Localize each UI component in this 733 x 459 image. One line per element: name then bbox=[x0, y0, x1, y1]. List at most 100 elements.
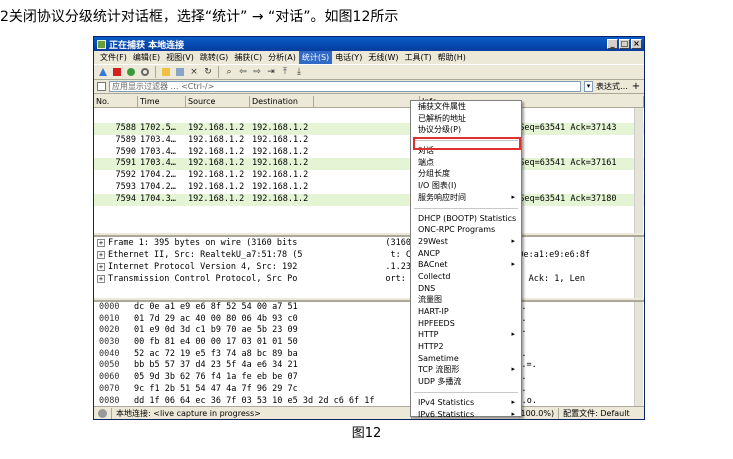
col-protocol[interactable] bbox=[314, 96, 420, 107]
hex-bytes: 00 fb 81 e4 00 00 17 03 01 01 50 bbox=[134, 337, 298, 348]
expand-icon[interactable]: + bbox=[97, 238, 105, 247]
reload-icon[interactable]: ↻ bbox=[202, 66, 214, 78]
packet-row[interactable]: 75881702.5…192.168.1.2192.168.1.249593 →… bbox=[94, 123, 644, 135]
expert-info-icon[interactable] bbox=[98, 409, 107, 418]
statistics-menu-item[interactable]: DNS bbox=[411, 283, 521, 295]
detail-tree-row[interactable]: + Ethernet II, Src: RealtekU_a7:51:78 (5 t… bbox=[94, 249, 644, 261]
statistics-menu-item[interactable]: 端点 bbox=[411, 157, 521, 169]
statistics-menu-item[interactable]: IPv4 Statistics ▸ bbox=[411, 397, 521, 409]
maximize-button[interactable]: □ bbox=[619, 39, 630, 49]
profile-label[interactable]: 配置文件: Default bbox=[558, 407, 633, 419]
minimize-button[interactable]: _ bbox=[607, 39, 618, 49]
menu-telephony[interactable]: 电话(Y) bbox=[332, 51, 365, 64]
save-file-icon[interactable] bbox=[174, 66, 186, 78]
last-packet-icon[interactable]: ⤓ bbox=[293, 66, 305, 78]
statistics-menu-item[interactable]: HTTP ▸ bbox=[411, 329, 521, 341]
statistics-menu-item[interactable]: 29West ▸ bbox=[411, 236, 521, 248]
statistics-menu-item[interactable]: I/O 图表(I) bbox=[411, 180, 521, 192]
shark-fin-start-icon[interactable] bbox=[97, 66, 109, 78]
statistics-menu-item[interactable]: HPFEEDS bbox=[411, 318, 521, 330]
menu-separator bbox=[414, 388, 518, 393]
packet-cell-dst: 192.168.1.2 bbox=[252, 170, 309, 181]
bookmark-filter-icon[interactable] bbox=[97, 82, 106, 91]
bytes-scrollbar[interactable] bbox=[634, 302, 643, 406]
details-scrollbar[interactable] bbox=[634, 237, 643, 298]
capture-options-icon[interactable] bbox=[139, 66, 151, 78]
menu-item-label: HART-IP bbox=[418, 307, 449, 316]
go-forward-icon[interactable]: ⇨ bbox=[251, 66, 263, 78]
statistics-menu-item[interactable]: 协议分级(P) bbox=[411, 124, 521, 136]
menu-analyze[interactable]: 分析(A) bbox=[265, 51, 299, 64]
statistics-menu-item[interactable]: Collectd bbox=[411, 271, 521, 283]
add-filter-button[interactable]: + bbox=[631, 81, 641, 92]
statistics-menu-item[interactable]: DHCP (BOOTP) Statistics bbox=[411, 213, 521, 225]
menu-item-label: ONC-RPC Programs bbox=[418, 225, 496, 235]
packet-row[interactable]: 75901703.4…192.168.1.2192.168.1.2Continu… bbox=[94, 146, 644, 159]
statistics-menu-item[interactable]: UDP 多播流 bbox=[411, 376, 521, 388]
menu-tools[interactable]: 工具(T) bbox=[401, 51, 434, 64]
menu-item-label: 对话 bbox=[418, 146, 434, 156]
statistics-menu-item[interactable]: 流量图 bbox=[411, 294, 521, 306]
menu-item-label: I/O 图表(I) bbox=[418, 181, 457, 191]
statistics-menu-item[interactable]: 捕获文件属性 bbox=[411, 101, 521, 113]
hex-off: 0020 bbox=[99, 325, 120, 336]
statistics-menu-item[interactable]: 服务响应时间 ▸ bbox=[411, 192, 521, 204]
statistics-menu-item[interactable]: IPv6 Statistics ▸ bbox=[411, 409, 521, 420]
menu-wireless[interactable]: 无线(W) bbox=[365, 51, 401, 64]
detail-tree-row[interactable]: + Frame 1: 395 bytes on wire (3160 bits (3… bbox=[94, 237, 644, 249]
statistics-menu-item[interactable]: 已解析的地址 bbox=[411, 113, 521, 125]
menu-statistics[interactable]: 统计(S) bbox=[298, 51, 333, 64]
status-bar: 本地连接: <live capture in progress> 分组: 759… bbox=[94, 406, 644, 419]
col-time[interactable]: Time bbox=[138, 96, 186, 107]
detail-tree-row[interactable]: + Internet Protocol Version 4, Src: 192.1… bbox=[94, 261, 644, 273]
expression-button[interactable]: 表达式… bbox=[596, 81, 628, 92]
open-file-icon[interactable] bbox=[160, 66, 172, 78]
packet-row[interactable]: 75941704.3…192.168.1.2192.168.1.249593 →… bbox=[94, 193, 644, 206]
packet-list-scrollbar[interactable] bbox=[634, 108, 643, 233]
packet-cell-time: 1703.4… bbox=[140, 146, 176, 157]
detail-tree-row[interactable]: + Transmission Control Protocol, Src Po or… bbox=[94, 273, 644, 285]
stop-capture-icon[interactable] bbox=[111, 66, 123, 78]
statistics-menu-item[interactable]: ONC-RPC Programs bbox=[411, 224, 521, 236]
display-filter-bar: 应用显示过滤器 … <Ctrl-/> ▾ 表达式… + bbox=[94, 80, 644, 94]
packet-row[interactable]: 75891703.4…192.168.1.2192.168.1.2Continu… bbox=[94, 134, 644, 147]
go-back-icon[interactable]: ⇦ bbox=[237, 66, 249, 78]
statistics-menu-item[interactable]: TCP 流图形 ▸ bbox=[411, 364, 521, 376]
menu-edit[interactable]: 编辑(E) bbox=[130, 51, 163, 64]
hex-bytes: bb b5 57 37 d4 23 5f 4a e6 34 21 bbox=[134, 360, 298, 371]
packet-row[interactable]: 75921704.2…192.168.1.2192.168.1.2Continu… bbox=[94, 170, 644, 182]
statistics-menu-item[interactable]: 对话 bbox=[411, 145, 521, 157]
hex-off: 0060 bbox=[99, 372, 120, 383]
col-source[interactable]: Source bbox=[186, 96, 250, 107]
statistics-menu-item[interactable]: 分组长度 bbox=[411, 168, 521, 180]
menu-capture[interactable]: 捕获(C) bbox=[231, 51, 265, 64]
expand-icon[interactable]: + bbox=[97, 250, 105, 259]
statistics-menu-item[interactable]: HART-IP bbox=[411, 306, 521, 318]
packet-row[interactable]: 75931704.2…192.168.1.2192.168.1.2Continu… bbox=[94, 181, 644, 194]
first-packet-icon[interactable]: ⤒ bbox=[279, 66, 291, 78]
go-to-packet-icon[interactable]: ⇥ bbox=[265, 66, 277, 78]
statistics-menu-item[interactable]: Sametime bbox=[411, 353, 521, 365]
menu-item-label: TCP 流图形 bbox=[418, 365, 460, 375]
find-packet-icon[interactable]: ⌕ bbox=[223, 66, 235, 78]
close-button[interactable]: × bbox=[631, 39, 642, 49]
display-filter-input[interactable]: 应用显示过滤器 … <Ctrl-/> bbox=[109, 81, 581, 92]
restart-capture-icon[interactable] bbox=[125, 66, 137, 78]
packet-cell-dst: 192.168.1.2 bbox=[252, 158, 309, 169]
close-file-icon[interactable]: × bbox=[188, 66, 200, 78]
hex-bytes: dd 1f 06 64 ec 36 7f 03 53 10 e5 3d 2d c… bbox=[134, 395, 375, 406]
submenu-arrow-icon: ▸ bbox=[511, 365, 515, 374]
expand-icon[interactable]: + bbox=[97, 262, 105, 271]
statistics-menu-item[interactable]: HTTP2 bbox=[411, 341, 521, 353]
statistics-menu-item[interactable]: ANCP bbox=[411, 248, 521, 260]
statistics-menu-item[interactable]: BACnet ▸ bbox=[411, 259, 521, 271]
menu-file[interactable]: 文件(F) bbox=[97, 51, 130, 64]
packet-row[interactable]: 75911703.4…192.168.1.2192.168.1.249593 →… bbox=[94, 158, 644, 171]
expand-icon[interactable]: + bbox=[97, 274, 105, 283]
filter-dropdown-arrow[interactable]: ▾ bbox=[584, 81, 593, 92]
menu-view[interactable]: 视图(V) bbox=[163, 51, 197, 64]
menu-go[interactable]: 跳转(G) bbox=[197, 51, 231, 64]
col-destination[interactable]: Destination bbox=[250, 96, 314, 107]
col-no[interactable]: No. bbox=[94, 96, 138, 107]
menu-help[interactable]: 帮助(H) bbox=[435, 51, 469, 64]
